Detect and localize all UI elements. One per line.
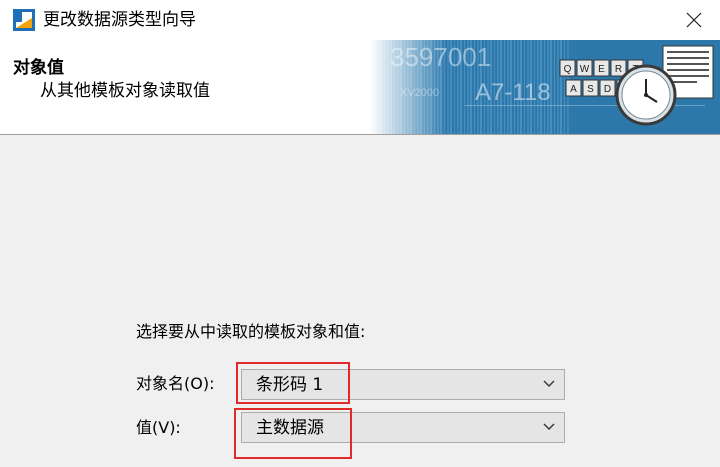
chevron-down-icon	[543, 380, 555, 387]
banner-number-text: 3597001	[390, 42, 491, 72]
keyboard-row1-key-label: R	[615, 64, 622, 75]
object-name-selected-value: 条形码 1	[256, 375, 324, 395]
app-logo-icon	[13, 9, 35, 31]
keyboard-row1-key-label: Q	[564, 64, 572, 75]
close-icon	[686, 12, 702, 28]
window-title: 更改数据源类型向导	[43, 10, 196, 30]
close-button[interactable]	[672, 4, 716, 36]
banner-code-text: A7-118	[475, 79, 551, 106]
instruction-text: 选择要从中读取的模板对象和值:	[136, 322, 366, 341]
keyboard-row2-key-label: D	[604, 84, 611, 95]
object-name-dropdown[interactable]: 条形码 1	[241, 369, 565, 400]
page-subtitle: 从其他模板对象读取值	[40, 81, 210, 101]
keyboard-row2-key-label: S	[587, 84, 594, 95]
wizard-header: 对象值 从其他模板对象读取值 3597001 A7-118 XV2000 QWE…	[0, 40, 720, 135]
keyboard-row2-key-label: A	[570, 84, 577, 95]
clock-icon	[615, 64, 677, 126]
banner-small-text: XV2000	[400, 87, 439, 99]
page-title: 对象值	[13, 58, 64, 78]
chevron-down-icon	[543, 423, 555, 430]
value-selected-value: 主数据源	[256, 418, 324, 438]
object-name-label: 对象名(O):	[136, 374, 215, 393]
value-label: 值(V):	[136, 418, 181, 437]
keyboard-row1-key-label: E	[598, 64, 605, 75]
value-dropdown[interactable]: 主数据源	[241, 412, 565, 443]
keyboard-row1-key-label: W	[580, 64, 590, 75]
header-banner-image: 3597001 A7-118 XV2000 QWERT ASDFG	[370, 40, 720, 134]
title-bar: 更改数据源类型向导	[0, 0, 720, 40]
